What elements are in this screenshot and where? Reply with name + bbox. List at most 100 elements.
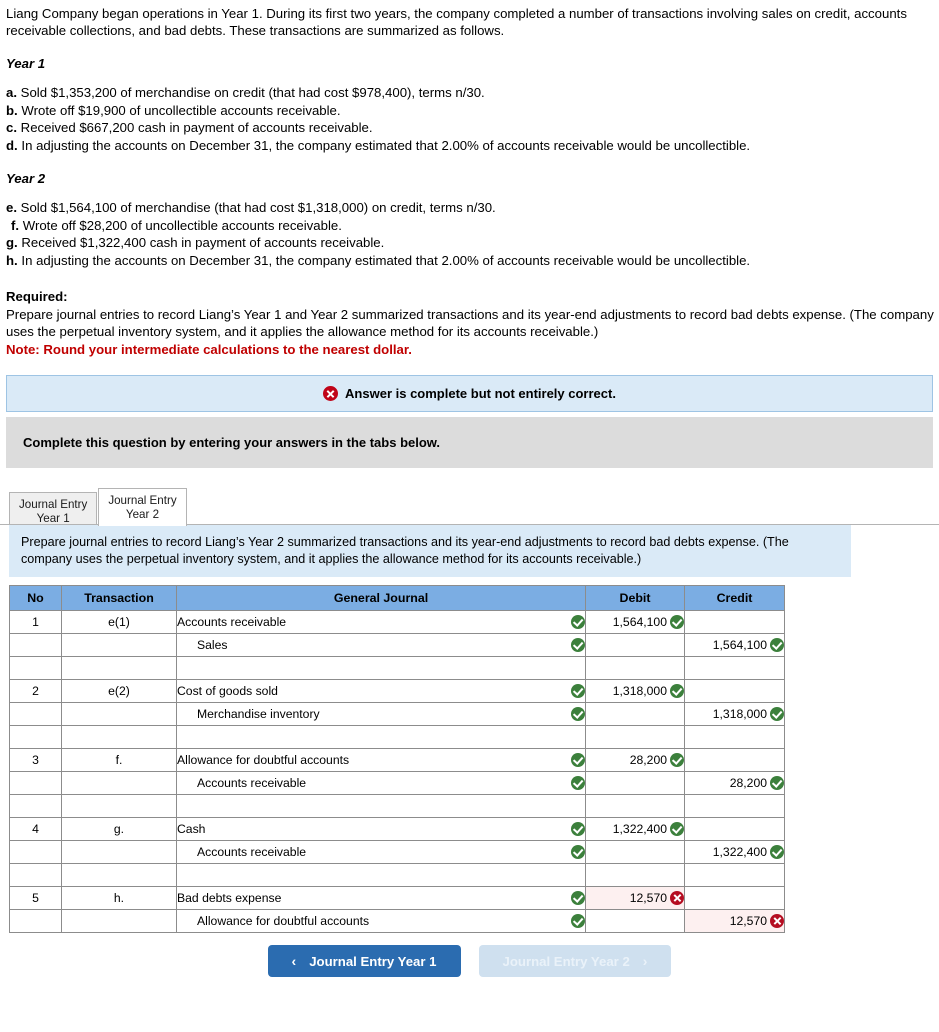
spacer-cell (176, 656, 586, 680)
cell-debit-input[interactable] (585, 702, 685, 726)
cell-account-select[interactable]: Merchandise inventory (176, 702, 586, 726)
amount-value: 12,570 (729, 914, 767, 928)
required-section: Required: Prepare journal entries to rec… (6, 288, 939, 358)
cell-account-select[interactable]: Cash (176, 817, 586, 841)
transaction-label-c: c. (6, 120, 17, 135)
transaction-item-a: a. Sold $1,353,200 of merchandise on cre… (6, 84, 939, 102)
transaction-text-c: Received $667,200 cash in payment of acc… (20, 120, 373, 135)
cell-account-select[interactable]: Cost of goods sold (176, 679, 586, 703)
spacer-cell (585, 794, 685, 818)
cell-credit-input[interactable] (684, 748, 785, 772)
tab-journal-entry-year-1[interactable]: Journal Entry Year 1 (9, 492, 98, 525)
cell-debit-input[interactable] (585, 909, 685, 933)
spacer-cell (585, 725, 685, 749)
transaction-text-g: Received $1,322,400 cash in payment of a… (21, 235, 385, 250)
cell-debit-input[interactable]: 12,570 (585, 886, 685, 910)
chevron-right-icon: › (642, 953, 648, 969)
spacer-cell (9, 656, 62, 680)
cell-debit-input[interactable]: 28,200 (585, 748, 685, 772)
cell-transaction: g. (61, 817, 177, 841)
next-button-label: Journal Entry Year 2 (502, 953, 630, 969)
cell-credit-input[interactable]: 1,322,400 (684, 840, 785, 864)
spacer-cell (9, 725, 62, 749)
cell-debit-input[interactable] (585, 771, 685, 795)
spacer-cell (684, 656, 785, 680)
cell-no: 2 (9, 679, 62, 703)
check-circle-icon (571, 914, 585, 928)
cell-no (9, 633, 62, 657)
column-header-debit: Debit (585, 585, 685, 611)
cell-transaction (61, 840, 177, 864)
required-text: Prepare journal entries to record Liang’… (6, 306, 934, 340)
cell-credit-input[interactable]: 1,318,000 (684, 702, 785, 726)
cell-credit-input[interactable] (684, 679, 785, 703)
cell-account-select[interactable]: Allowance for doubtful accounts (176, 909, 586, 933)
x-circle-icon (670, 891, 684, 905)
spacer-cell (61, 863, 177, 887)
account-name: Allowance for doubtful accounts (197, 914, 370, 928)
table-spacer-row (9, 725, 785, 749)
transaction-item-g: g. Received $1,322,400 cash in payment o… (6, 234, 939, 252)
cell-no (9, 840, 62, 864)
spacer-cell (176, 794, 586, 818)
transaction-label-a: a. (6, 85, 17, 100)
transaction-item-e: e. Sold $1,564,100 of merchandise (that … (6, 199, 939, 217)
transaction-label-h: h. (6, 252, 18, 268)
transaction-item-b: b. Wrote off $19,900 of uncollectible ac… (6, 102, 939, 120)
cell-account-select[interactable]: Bad debts expense (176, 886, 586, 910)
cell-transaction: e(1) (61, 610, 177, 634)
table-row: Sales 1,564,100 (9, 633, 785, 657)
cell-credit-input[interactable] (684, 610, 785, 634)
transaction-text-d: In adjusting the accounts on December 31… (21, 137, 751, 153)
check-circle-icon (571, 638, 585, 652)
cell-no: 5 (9, 886, 62, 910)
problem-intro: Liang Company began operations in Year 1… (6, 6, 907, 38)
cell-credit-input[interactable]: 28,200 (684, 771, 785, 795)
transaction-label-d: d. (6, 137, 18, 153)
cell-debit-input[interactable] (585, 840, 685, 864)
account-name: Cost of goods sold (177, 684, 278, 698)
cell-account-select[interactable]: Accounts receivable (176, 610, 586, 634)
cell-account-select[interactable]: Allowance for doubtful accounts (176, 748, 586, 772)
cell-no (9, 771, 62, 795)
cell-credit-input[interactable]: 1,564,100 (684, 633, 785, 657)
required-title: Required: (6, 289, 68, 304)
cell-debit-input[interactable] (585, 633, 685, 657)
cell-debit-input[interactable]: 1,322,400 (585, 817, 685, 841)
amount-value: 1,564,100 (612, 615, 667, 629)
cell-credit-input[interactable] (684, 817, 785, 841)
check-circle-icon (770, 845, 784, 859)
next-journal-entry-year-2-button[interactable]: Journal Entry Year 2 › (478, 945, 672, 977)
navigation-row: ‹ Journal Entry Year 1 Journal Entry Yea… (0, 945, 939, 985)
amount-value: 28,200 (629, 753, 667, 767)
column-header-transaction: Transaction (61, 585, 177, 611)
table-spacer-row (9, 794, 785, 818)
cell-account-select[interactable]: Accounts receivable (176, 840, 586, 864)
table-row: Allowance for doubtful accounts 12,570 (9, 909, 785, 933)
tab-journal-entry-year-2[interactable]: Journal Entry Year 2 (98, 488, 187, 526)
spacer-cell (61, 794, 177, 818)
transaction-item-d: d. In adjusting the accounts on December… (6, 137, 939, 155)
transaction-label-g: g. (6, 235, 18, 250)
journal-table-body: 1 e(1) Accounts receivable 1,564,100 Sales 1,… (9, 610, 785, 933)
amount-value: 1,322,400 (712, 845, 767, 859)
check-circle-icon (670, 822, 684, 836)
cell-credit-input[interactable] (684, 886, 785, 910)
cell-debit-input[interactable]: 1,318,000 (585, 679, 685, 703)
spacer-cell (176, 725, 586, 749)
x-circle-icon (770, 914, 784, 928)
account-name: Accounts receivable (197, 845, 307, 859)
prev-journal-entry-year-1-button[interactable]: ‹ Journal Entry Year 1 (267, 945, 461, 977)
cell-debit-input[interactable]: 1,564,100 (585, 610, 685, 634)
cell-account-select[interactable]: Sales (176, 633, 586, 657)
table-header-row: No Transaction General Journal Debit Cre… (9, 585, 785, 611)
cell-account-select[interactable]: Accounts receivable (176, 771, 586, 795)
question-page: Liang Company began operations in Year 1… (0, 0, 939, 985)
chevron-left-icon: ‹ (291, 953, 297, 969)
amount-value: 1,564,100 (712, 638, 767, 652)
check-circle-icon (571, 845, 585, 859)
cell-credit-input[interactable]: 12,570 (684, 909, 785, 933)
cell-transaction (61, 633, 177, 657)
instruction-bar: Complete this question by entering your … (6, 417, 933, 468)
prev-button-label: Journal Entry Year 1 (309, 953, 437, 969)
